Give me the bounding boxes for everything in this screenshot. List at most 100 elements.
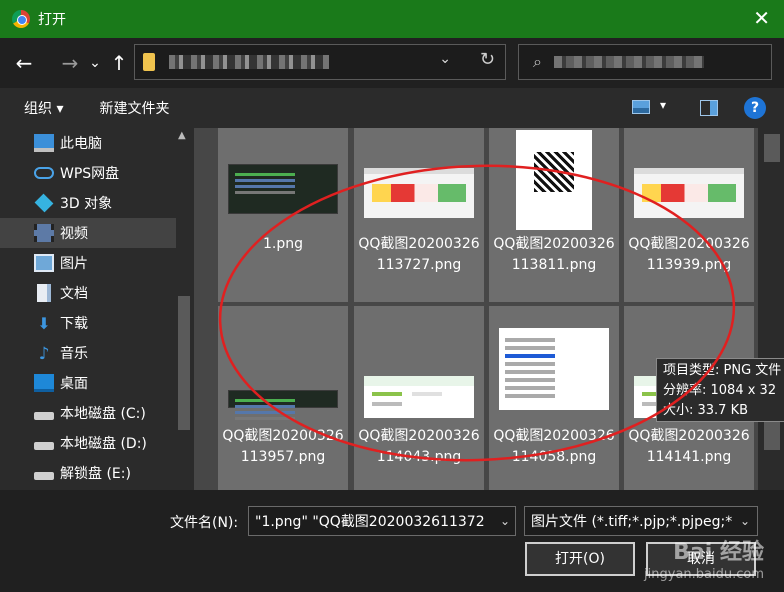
sidebar-item-label: 文档 (60, 286, 88, 302)
sidebar-item-pictures[interactable]: 图片 (0, 248, 194, 278)
sidebar-item-drive-d[interactable]: 本地磁盘 (D:) (0, 428, 194, 458)
sidebar-item-documents[interactable]: 文档 (0, 278, 194, 308)
drive-icon (34, 442, 54, 450)
file-tile[interactable]: QQ截图20200326113939.png (624, 128, 754, 302)
sidebar-scroll-thumb[interactable] (178, 296, 190, 430)
navigation-pane: 此电脑 WPS网盘 3D 对象 视频 图片 文档 ⬇ 下载 ♪ 音乐 桌面 本地… (0, 128, 194, 490)
filename-input[interactable]: "1.png" "QQ截图2020032611372 (248, 506, 516, 536)
file-thumbnail (499, 328, 609, 410)
sidebar-item-desktop[interactable]: 桌面 (0, 368, 194, 398)
file-thumbnail (228, 164, 338, 214)
sidebar-item-label: 图片 (60, 256, 88, 272)
file-name: QQ截图20200326114058.png (493, 428, 615, 465)
watermark-brand: Bai 经验 (673, 540, 764, 565)
file-name: 1.png (262, 236, 303, 252)
sidebar-item-downloads[interactable]: ⬇ 下载 (0, 308, 194, 338)
sidebar-item-label: 本地磁盘 (C:) (60, 406, 146, 422)
file-tile[interactable]: QQ截图20200326114043.png (354, 306, 484, 490)
folder-icon (143, 53, 155, 71)
file-tile[interactable]: QQ截图20200326113811.png (489, 128, 619, 302)
picture-icon (34, 254, 54, 272)
download-icon: ⬇ (37, 314, 51, 333)
sidebar-item-3d-objects[interactable]: 3D 对象 (0, 188, 194, 218)
recent-locations-button[interactable]: ⌄ (86, 55, 104, 71)
search-box[interactable]: ⌕ (518, 44, 772, 80)
file-name: QQ截图20200326113727.png (358, 236, 480, 273)
preview-pane-icon[interactable] (700, 100, 718, 116)
close-button[interactable]: ✕ (753, 6, 770, 30)
file-thumbnail (228, 390, 338, 408)
sidebar-item-label: 此电脑 (60, 136, 102, 152)
film-icon (34, 224, 54, 242)
music-note-icon: ♪ (38, 344, 50, 364)
sidebar-item-drive-e[interactable]: 解锁盘 (E:) (0, 458, 194, 488)
sidebar-scroll-up-icon[interactable]: ▲ (178, 130, 186, 141)
file-tile[interactable]: QQ截图20200326113957.png (218, 306, 348, 490)
help-icon[interactable]: ? (744, 97, 766, 119)
search-icon: ⌕ (533, 52, 542, 71)
tooltip-resolution: 分辨率: 1084 x 32 (663, 383, 777, 398)
tooltip-size: 大小: 33.7 KB (663, 403, 749, 418)
sidebar-item-label: 桌面 (60, 376, 88, 392)
file-list-scroll-thumb-lower[interactable] (764, 420, 780, 450)
forward-button[interactable]: → (54, 51, 86, 75)
file-info-tooltip: 项目类型: PNG 文件 分辨率: 1084 x 32 大小: 33.7 KB (656, 358, 784, 422)
watermark-url: jingyan.baidu.com (644, 567, 764, 582)
tooltip-type: 项目类型: PNG 文件 (663, 363, 782, 378)
window-title: 打开 (38, 12, 66, 28)
filename-label: 文件名(N): (170, 515, 239, 531)
file-type-select[interactable]: 图片文件 (*.tiff;*.pjp;*.pjpeg;* (524, 506, 758, 536)
sidebar-item-label: 音乐 (60, 346, 88, 362)
file-list-scroll-thumb[interactable] (764, 134, 780, 162)
filename-dropdown-icon[interactable]: ⌄ (500, 514, 510, 528)
file-list: 1.png QQ截图20200326113727.png QQ截图2020032… (194, 128, 758, 490)
back-button[interactable]: ← (8, 51, 40, 75)
sidebar-item-label: 下载 (60, 316, 88, 332)
new-folder-button[interactable]: 新建文件夹 (99, 98, 169, 118)
view-chevron-icon[interactable]: ▾ (660, 98, 666, 112)
organize-button[interactable]: 组织 ▾ (24, 98, 63, 118)
title-bar: 打开 ✕ (0, 0, 784, 38)
file-type-chevron-icon[interactable]: ⌄ (740, 514, 750, 528)
file-name: QQ截图20200326113811.png (493, 236, 615, 273)
sidebar-item-label: 解锁盘 (E:) (60, 466, 131, 482)
sidebar-item-drive-c[interactable]: 本地磁盘 (C:) (0, 398, 194, 428)
desktop-icon (34, 374, 54, 392)
baidu-jingyan-watermark: Bai 经验 jingyan.baidu.com (644, 542, 764, 586)
cloud-icon (34, 167, 54, 179)
sidebar-item-label: 本地磁盘 (D:) (60, 436, 147, 452)
computer-icon (34, 134, 54, 152)
file-tile[interactable]: 1.png (218, 128, 348, 302)
drive-icon (34, 412, 54, 420)
document-icon (37, 284, 51, 302)
view-options-icon[interactable] (632, 100, 650, 114)
refresh-icon[interactable]: ↻ (480, 49, 495, 70)
file-name: QQ截图20200326113957.png (222, 428, 344, 465)
blurred-path (169, 55, 329, 69)
sidebar-item-label: 视频 (60, 226, 88, 242)
blurred-search-text (553, 56, 704, 68)
sidebar-item-this-pc[interactable]: 此电脑 (0, 128, 194, 158)
open-button[interactable]: 打开(O) (525, 542, 635, 576)
sidebar-item-wps-cloud[interactable]: WPS网盘 (0, 158, 194, 188)
navigation-bar: ← → ⌄ ↑ ⌄ ↻ ⌕ (0, 38, 784, 88)
up-button[interactable]: ↑ (104, 51, 134, 75)
chrome-icon (12, 10, 30, 28)
cube-icon (34, 193, 54, 213)
address-history-chevron-icon[interactable]: ⌄ (439, 51, 451, 67)
file-thumbnail (364, 376, 474, 418)
sidebar-item-videos[interactable]: 视频 (0, 218, 194, 248)
address-bar[interactable]: ⌄ ↻ (134, 44, 506, 80)
file-name: QQ截图20200326114141.png (628, 428, 750, 465)
file-thumbnail (516, 130, 592, 230)
sidebar-item-label: WPS网盘 (60, 166, 120, 182)
file-thumbnail (364, 168, 474, 218)
sidebar-item-music[interactable]: ♪ 音乐 (0, 338, 194, 368)
command-toolbar: 组织 ▾ 新建文件夹 ▾ ? (0, 88, 784, 128)
file-thumbnail (634, 168, 744, 218)
file-name: QQ截图20200326113939.png (628, 236, 750, 273)
file-tile[interactable]: QQ截图20200326113727.png (354, 128, 484, 302)
sidebar-item-label: 3D 对象 (60, 196, 113, 212)
file-name: QQ截图20200326114043.png (358, 428, 480, 465)
file-tile[interactable]: QQ截图20200326114058.png (489, 306, 619, 490)
